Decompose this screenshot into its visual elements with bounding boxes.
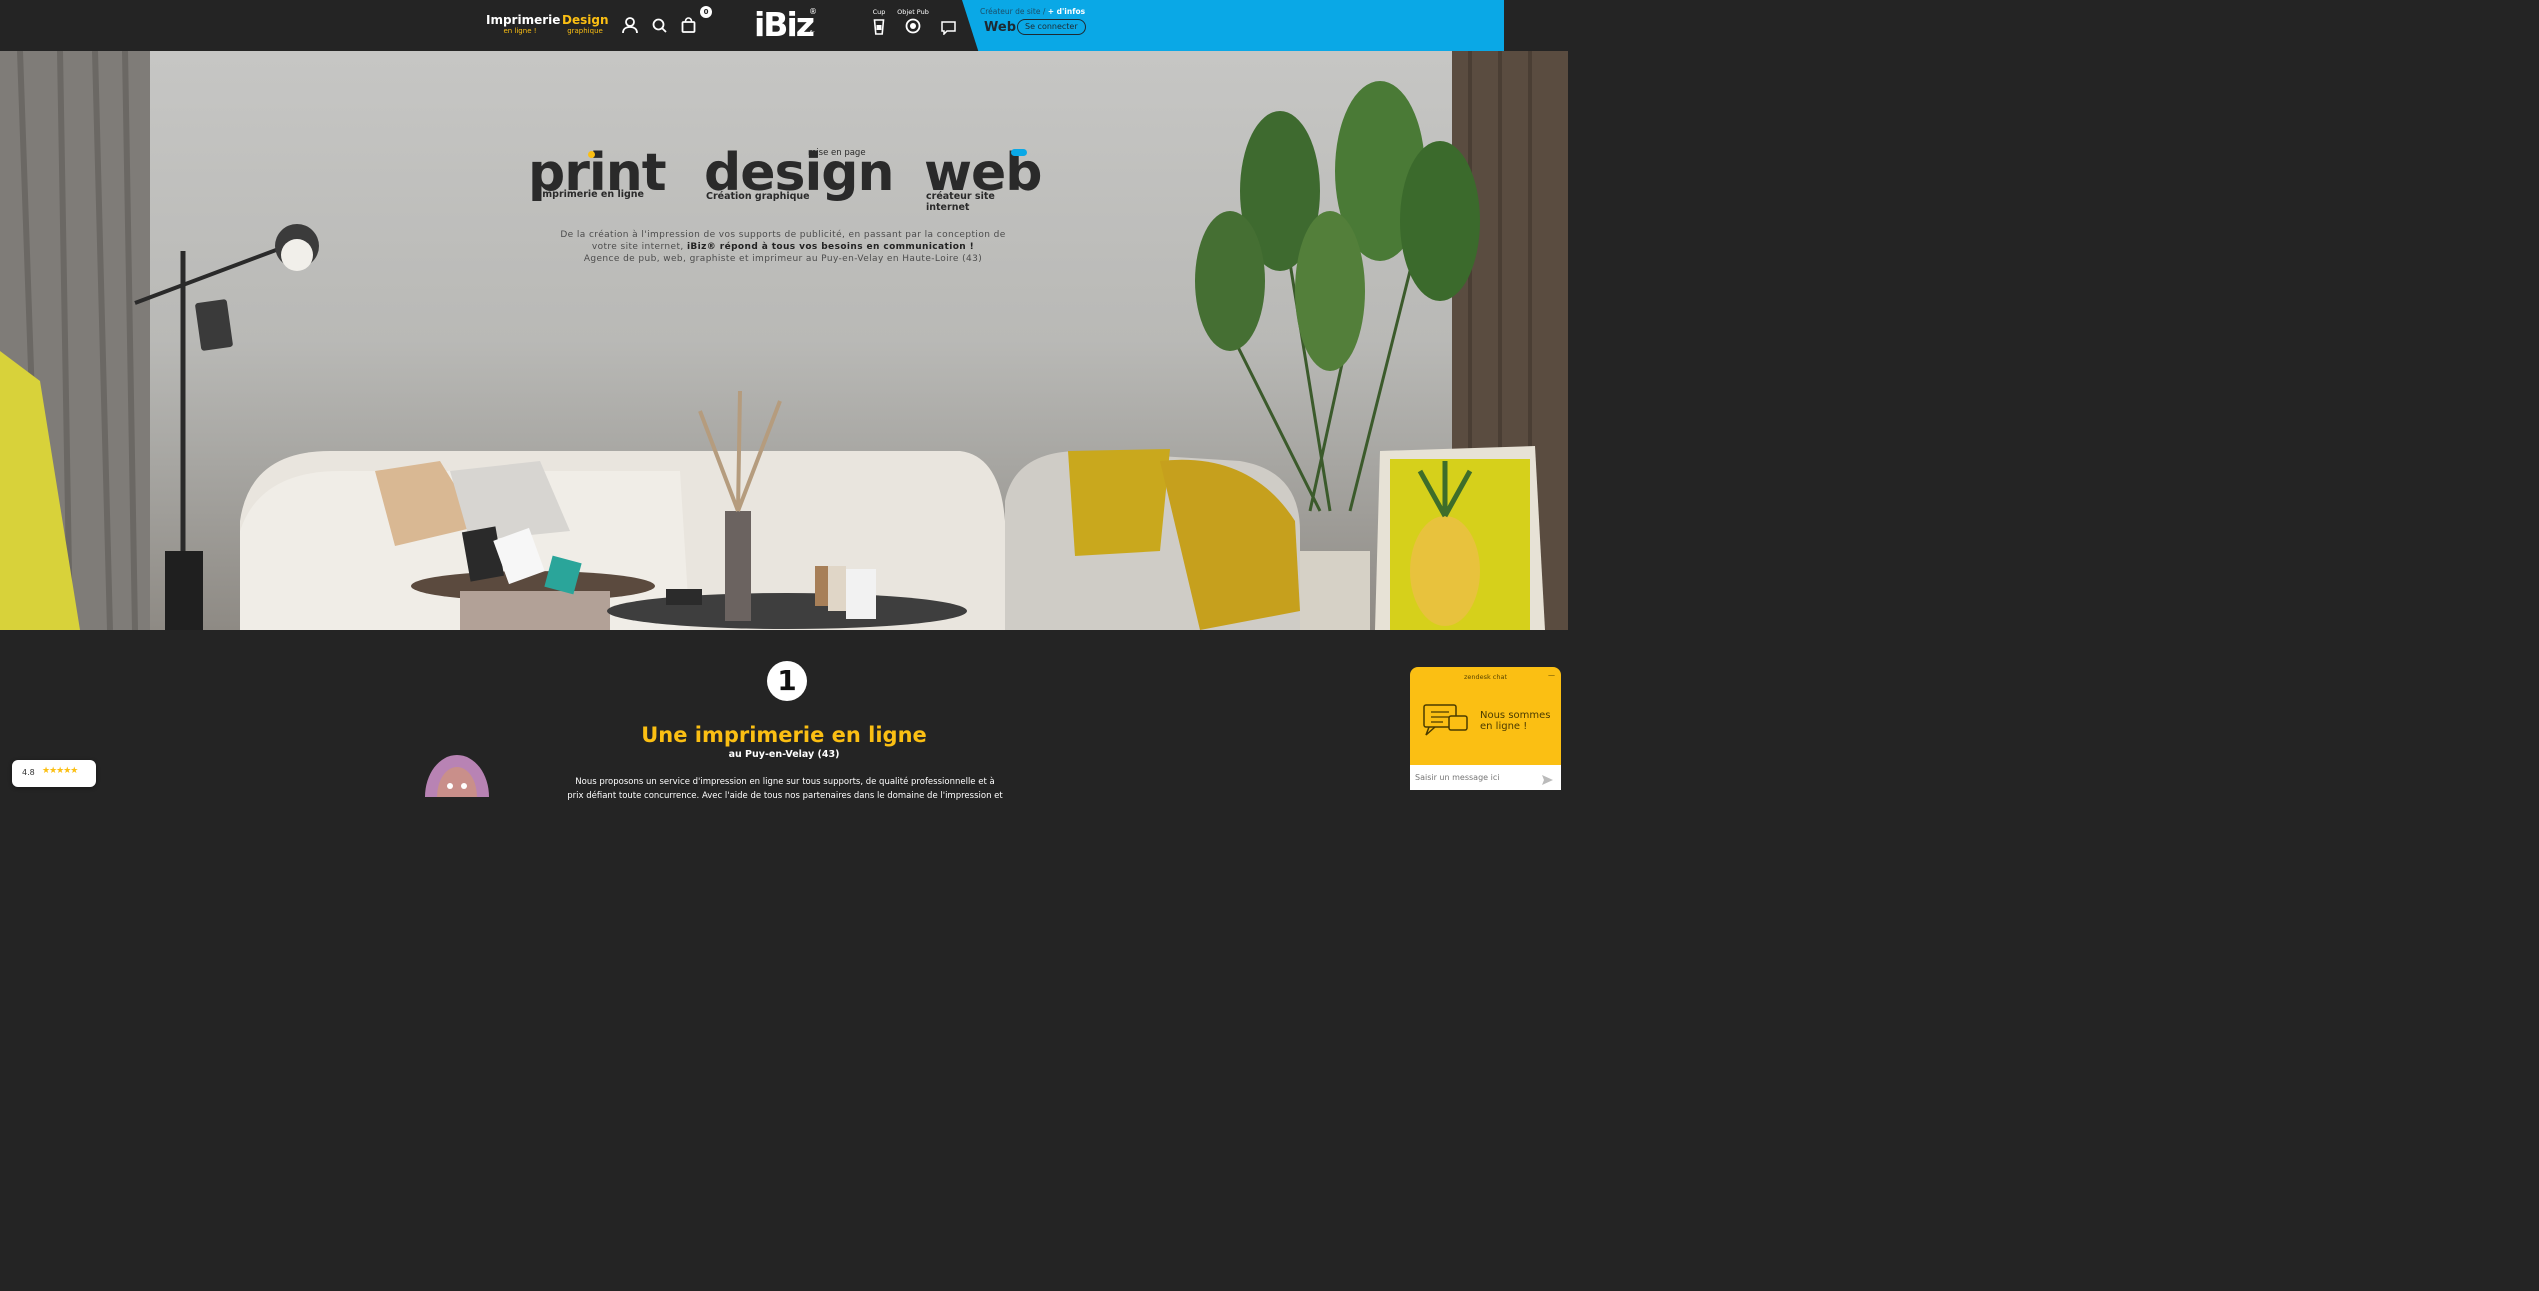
nav-imprimerie-en-ligne[interactable]: Imprimerie en ligne ! — [486, 13, 561, 35]
rating-stars-icon: ★★★★★ — [42, 766, 78, 776]
shopping-bag-icon[interactable] — [681, 17, 696, 37]
nav-design-label: Design — [562, 13, 609, 27]
print-yellow-dot — [588, 151, 595, 158]
user-account-icon[interactable] — [622, 17, 638, 38]
design-service-logo[interactable]: mise en page design Création graphique — [700, 141, 895, 211]
ibiz-logo[interactable]: iBiz ® .fr — [754, 5, 824, 45]
print-service-logo[interactable]: print imprimerie en ligne — [520, 141, 667, 211]
login-button[interactable]: Se connecter — [1017, 19, 1086, 35]
send-icon[interactable] — [1541, 771, 1554, 790]
cup-label: Cup — [872, 8, 886, 16]
web-panel-title: Web — [984, 20, 1016, 35]
section-paragraph-line-1: Nous proposons un service d'impression e… — [575, 777, 995, 787]
search-icon[interactable] — [652, 18, 667, 37]
cup-icon — [873, 19, 885, 35]
more-info-link[interactable]: + d'infos — [1048, 7, 1085, 16]
chat-message-input[interactable] — [1410, 765, 1536, 790]
hero-line-2: votre site internet, iBiz® répond à tous… — [560, 241, 1006, 253]
person-portrait-image — [425, 755, 489, 797]
section-paragraph: Nous proposons un service d'impression e… — [560, 775, 1010, 803]
top-navigation-bar: Imprimerie en ligne ! Design graphique 0… — [0, 0, 1568, 51]
imprimerie-section: 1 Une imprimerie en ligne au Puy-en-Vela… — [0, 630, 1568, 801]
chat-status-line-2: en ligne ! — [1480, 721, 1528, 732]
hero-line-3: Agence de pub, web, graphiste et imprime… — [583, 254, 983, 264]
chat-status: Nous sommes en ligne ! — [1480, 710, 1551, 732]
rating-score: 4.8 — [22, 768, 35, 777]
print-subtitle: imprimerie en ligne — [539, 189, 644, 200]
logo-text: iBiz — [754, 5, 815, 44]
hero-line-1: De la création à l'impression de vos sup… — [560, 230, 1006, 240]
cup-link[interactable]: Cup — [869, 8, 889, 39]
section-subtitle: au Puy-en-Velay (43) — [728, 749, 840, 760]
step-number-badge: 1 — [767, 661, 807, 701]
hero-line-2-bold: iBiz® répond à tous vos besoins en commu… — [686, 242, 975, 252]
nav-imprimerie-label: Imprimerie — [486, 13, 561, 27]
cloud-icon — [1011, 149, 1027, 156]
chat-conversation-icon — [1423, 704, 1468, 736]
rating-badge[interactable]: 4.8 ★★★★★ — [12, 760, 96, 787]
step-number: 1 — [777, 664, 797, 697]
chat-status-line-1: Nous sommes — [1480, 710, 1551, 721]
web-creator-panel: Créateur de site / + d'infos Web Se conn… — [962, 0, 1504, 51]
cart-count-badge: 0 — [700, 6, 712, 18]
hero-room-illustration — [0, 51, 1568, 630]
web-service-logo[interactable]: web créateur site internet — [920, 141, 1043, 213]
logo-fr: .fr — [808, 30, 815, 37]
hero-description: De la création à l'impression de vos sup… — [560, 229, 1006, 265]
web-panel-small-text: Créateur de site / — [980, 7, 1046, 16]
chat-input-bar — [1410, 765, 1561, 790]
section-title: Une imprimerie en ligne — [641, 723, 927, 747]
chat-brand: zendesk chat — [1463, 673, 1508, 681]
chat-minimize-button[interactable]: — — [1548, 671, 1555, 679]
nav-imprimerie-sub: en ligne ! — [503, 27, 537, 35]
web-panel-caption: Créateur de site / + d'infos — [980, 7, 1085, 16]
objet-pub-label: Objet Pub — [897, 8, 929, 16]
section-paragraph-line-2: prix défiant toute concurrence. Avec l'a… — [567, 791, 1003, 801]
design-subtitle: Création graphique — [706, 191, 810, 202]
zendesk-chat-widget[interactable]: zendesk chat — Nous sommes en ligne ! — [1410, 667, 1561, 790]
target-icon — [905, 18, 921, 34]
web-subtitle: créateur site internet — [926, 191, 995, 213]
nav-design-sub: graphique — [567, 27, 603, 35]
chat-bubble-icon[interactable] — [941, 20, 956, 39]
hero-banner: print imprimerie en ligne mise en page d… — [0, 51, 1568, 630]
objet-pub-link[interactable]: Objet Pub — [896, 8, 930, 38]
hero-line-2-start: votre site internet, — [591, 242, 687, 252]
logo-registered: ® — [809, 7, 817, 16]
nav-design-graphique[interactable]: Design graphique — [562, 13, 609, 35]
